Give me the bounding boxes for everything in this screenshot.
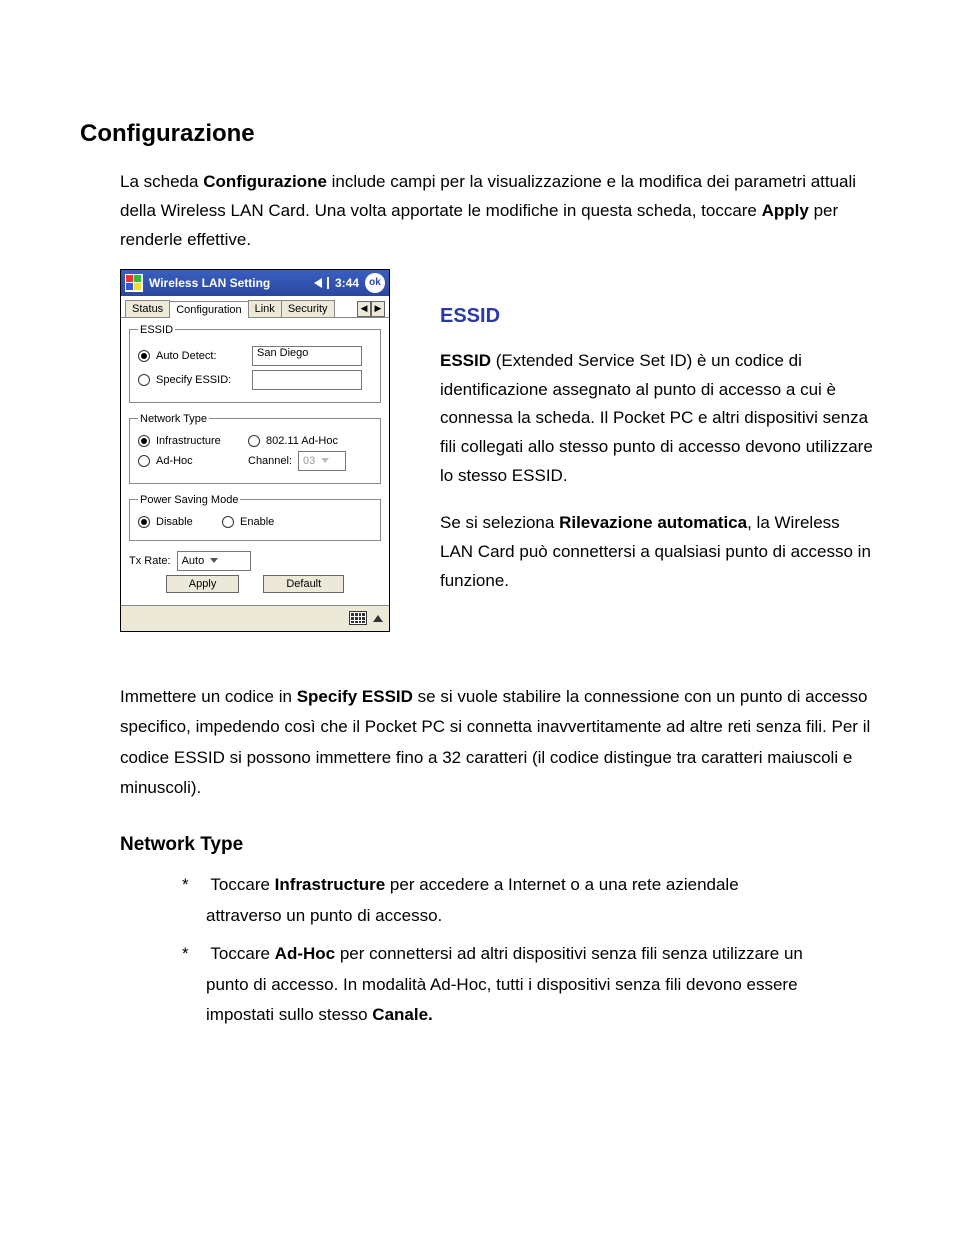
infrastructure-label: Infrastructure xyxy=(156,435,242,447)
text: (Extended Service Set ID) è un codice di… xyxy=(440,351,873,486)
bold: Canale. xyxy=(372,1005,432,1024)
bottom-bar xyxy=(121,605,389,631)
up-caret-icon[interactable] xyxy=(373,615,383,622)
specify-essid-label: Specify ESSID: xyxy=(156,374,246,386)
bold: ESSID xyxy=(440,351,491,370)
speaker-icon[interactable] xyxy=(314,278,322,288)
txrate-value: Auto xyxy=(182,555,205,567)
text: La scheda xyxy=(120,172,203,191)
radio-auto-detect[interactable] xyxy=(138,350,150,362)
page-title: Configurazione xyxy=(80,120,874,148)
text: Immettere un codice in xyxy=(120,687,297,706)
tab-status[interactable]: Status xyxy=(125,300,170,317)
list-item: Toccare Ad-Hoc per connettersi ad altri … xyxy=(182,939,814,1031)
radio-80211-adhoc[interactable] xyxy=(248,435,260,447)
tab-scroll-left-icon[interactable]: ◀ xyxy=(357,301,371,317)
essid-heading: ESSID xyxy=(440,299,874,333)
radio-specify-essid[interactable] xyxy=(138,374,150,386)
adhoc-label: Ad-Hoc xyxy=(156,455,242,467)
tab-link[interactable]: Link xyxy=(248,300,282,317)
chevron-down-icon xyxy=(210,558,218,563)
psm-enable-label: Enable xyxy=(240,516,274,528)
txrate-select[interactable]: Auto xyxy=(177,551,251,571)
tab-configuration[interactable]: Configuration xyxy=(169,301,248,318)
text: Toccare xyxy=(210,944,274,963)
bold: Ad-Hoc xyxy=(275,944,335,963)
psm-disable-label: Disable xyxy=(156,516,216,528)
ok-button[interactable]: ok xyxy=(365,273,385,293)
bold: Configurazione xyxy=(203,172,327,191)
title-bar: Wireless LAN Setting 3:44 ok xyxy=(121,270,389,296)
config-pane: ESSID Auto Detect: San Diego Specify ESS… xyxy=(121,318,389,605)
text: Toccare xyxy=(210,875,274,894)
intro-paragraph: La scheda Configurazione include campi p… xyxy=(80,168,874,255)
bold: Specify ESSID xyxy=(297,687,413,706)
auto-detect-value[interactable]: San Diego xyxy=(252,346,362,366)
nettype-legend: Network Type xyxy=(138,413,209,425)
essid-legend: ESSID xyxy=(138,324,175,336)
tab-scroll-right-icon[interactable]: ▶ xyxy=(371,301,385,317)
pocketpc-screenshot: Wireless LAN Setting 3:44 ok Status Conf… xyxy=(120,269,390,632)
radio-adhoc[interactable] xyxy=(138,455,150,467)
tab-security[interactable]: Security xyxy=(281,300,335,317)
essid-group: ESSID Auto Detect: San Diego Specify ESS… xyxy=(129,324,381,403)
network-type-group: Network Type Infrastructure 802.11 Ad-Ho… xyxy=(129,413,381,484)
channel-label: Channel: xyxy=(248,455,292,467)
tab-bar: Status Configuration Link Security ◀ ▶ xyxy=(121,296,389,318)
default-button[interactable]: Default xyxy=(263,575,344,593)
channel-value: 03 xyxy=(303,455,315,467)
bold: Infrastructure xyxy=(275,875,386,894)
window-title: Wireless LAN Setting xyxy=(149,276,270,290)
chevron-down-icon xyxy=(321,458,329,463)
txrate-label: Tx Rate: xyxy=(129,555,171,567)
document-page: Configurazione La scheda Configurazione … xyxy=(0,0,954,1099)
bold: Rilevazione automatica xyxy=(559,513,747,532)
radio-psm-disable[interactable] xyxy=(138,516,150,528)
radio-infrastructure[interactable] xyxy=(138,435,150,447)
network-type-heading: Network Type xyxy=(120,834,874,856)
psm-legend: Power Saving Mode xyxy=(138,494,240,506)
list-item: Toccare Infrastructure per accedere a In… xyxy=(182,870,814,931)
radio-psm-enable[interactable] xyxy=(222,516,234,528)
essid-description: ESSID ESSID (Extended Service Set ID) è … xyxy=(440,269,874,614)
bold: Apply xyxy=(762,201,809,220)
text: Se si seleziona xyxy=(440,513,559,532)
keyboard-icon[interactable] xyxy=(349,611,367,625)
apply-button[interactable]: Apply xyxy=(166,575,240,593)
network-type-list: Toccare Infrastructure per accedere a In… xyxy=(80,870,874,1031)
channel-select[interactable]: 03 xyxy=(298,451,346,471)
specify-essid-input[interactable] xyxy=(252,370,362,390)
power-saving-group: Power Saving Mode Disable Enable xyxy=(129,494,381,541)
specify-essid-paragraph: Immettere un codice in Specify ESSID se … xyxy=(80,682,874,804)
80211-adhoc-label: 802.11 Ad-Hoc xyxy=(266,435,338,447)
windows-logo-icon xyxy=(125,274,143,292)
auto-detect-label: Auto Detect: xyxy=(156,350,246,362)
clock: 3:44 xyxy=(335,276,359,290)
